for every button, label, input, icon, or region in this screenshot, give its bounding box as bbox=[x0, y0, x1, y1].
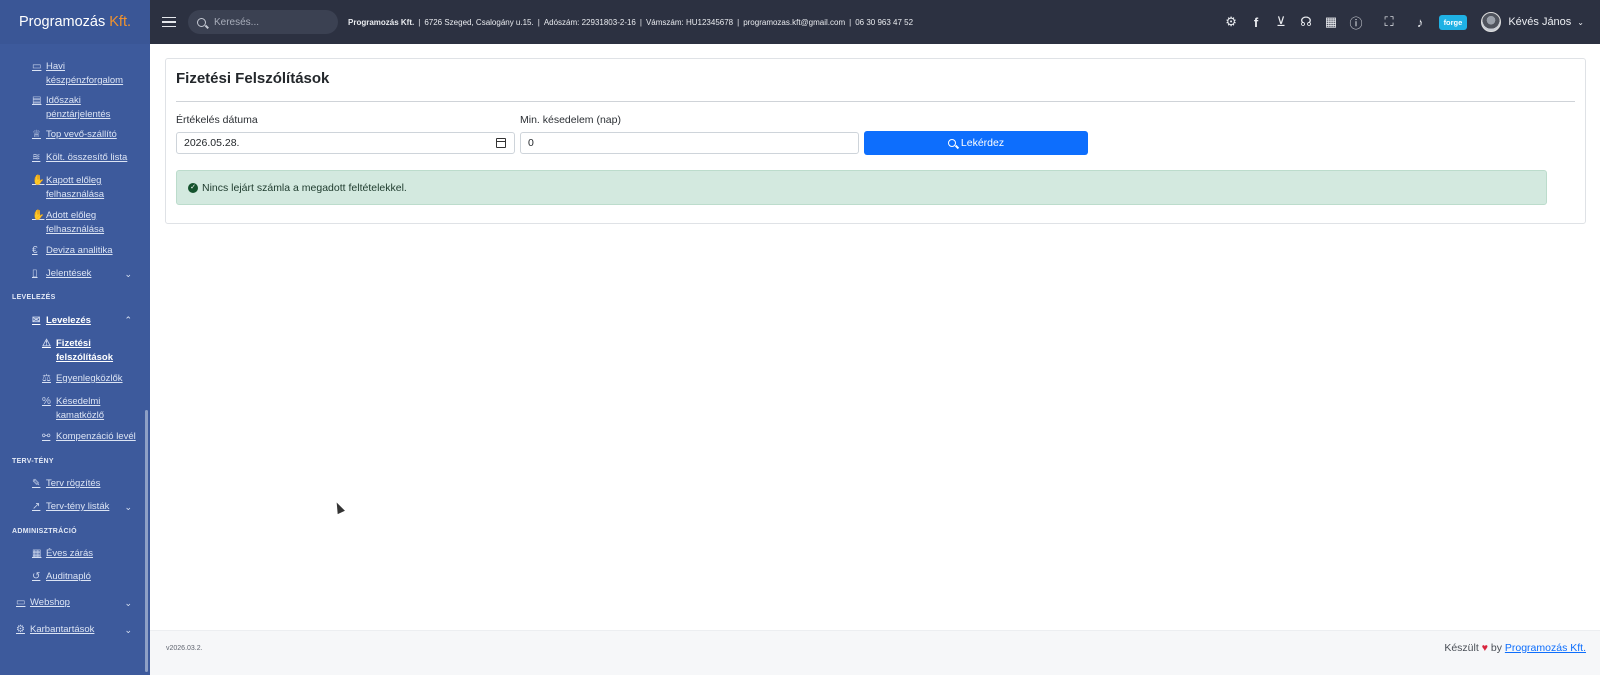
brand-logo[interactable]: Programozás Kft. bbox=[0, 0, 150, 44]
edit-icon: ✎ bbox=[32, 478, 41, 489]
forge-badge[interactable]: forge bbox=[1438, 14, 1468, 30]
sidebar-item-terv-teny-listak[interactable]: ↗ Terv-tény listák bbox=[32, 500, 109, 514]
sidebar-item-webshop[interactable]: ▭ Webshop bbox=[16, 596, 70, 610]
topbar: Programozás Kft.|6726 Szeged, Csalogány … bbox=[150, 0, 1600, 44]
sidebar-item-top-vevo-szallito[interactable]: ♕ Top vevő-szállító bbox=[32, 128, 117, 142]
company-link[interactable]: Programozás Kft. bbox=[1505, 642, 1586, 654]
sidebar-item-karbantartasok[interactable]: ⚙ Karbantartások bbox=[16, 623, 94, 637]
chevron-down-icon: ⌄ bbox=[124, 598, 132, 608]
avatar[interactable] bbox=[1481, 12, 1502, 32]
sidebar-item-kapott-eloleg[interactable]: ✋ Kapott előleg felhasználása bbox=[32, 174, 126, 202]
sidebar-item-auditnaplo[interactable]: ↺ Auditnapló bbox=[32, 570, 91, 584]
query-button[interactable]: Lekérdez bbox=[864, 131, 1088, 155]
delay-field[interactable]: 0 bbox=[520, 132, 859, 154]
handshake-icon: ⚯ bbox=[42, 431, 51, 442]
cash-icon: ▭ bbox=[32, 61, 42, 72]
document-icon: ▯ bbox=[32, 268, 38, 279]
help-icon[interactable]: ⓘ bbox=[1344, 13, 1369, 32]
hamburger-menu-icon[interactable] bbox=[162, 16, 176, 28]
divider bbox=[176, 101, 1575, 102]
delay-label: Min. késedelem (nap) bbox=[520, 114, 621, 126]
store-icon: ▭ bbox=[16, 597, 26, 608]
support-icon[interactable]: ☊ bbox=[1294, 14, 1319, 30]
sidebar-scrollbar[interactable] bbox=[145, 410, 148, 672]
chevron-down-icon: ⌄ bbox=[124, 625, 132, 635]
search-box[interactable] bbox=[188, 10, 338, 34]
section-adminisztracio: ADMINISZTRÁCIÓ bbox=[12, 528, 77, 535]
sidebar-menu: ▭ Havi készpénzforgalom ▤ Időszaki pénzt… bbox=[0, 44, 150, 675]
topbar-actions: ⚙ f ⊻ ☊ ▦ ⓘ ⛶ ♪ forge Kévés János ⌄ bbox=[1219, 0, 1600, 44]
sidebar: Programozás Kft. ▭ Havi készpénzforgalom… bbox=[0, 0, 150, 675]
cart-icon[interactable]: ⊻ bbox=[1269, 14, 1294, 30]
chart-line-icon: ↗ bbox=[32, 501, 41, 512]
gear-icon[interactable]: ⚙ bbox=[1219, 14, 1244, 30]
sidebar-item-fizetesi-felszolitasok[interactable]: ⚠ Fizetési felszólítások bbox=[42, 337, 118, 365]
sidebar-item-jelentesek[interactable]: ▯ Jelentések bbox=[32, 267, 91, 281]
warning-icon: ⚠ bbox=[42, 338, 51, 349]
percent-icon: % bbox=[42, 396, 51, 407]
sidebar-item-kolt-osszesito-lista[interactable]: ≋ Költ. összesítő lista bbox=[32, 151, 127, 165]
section-levelezes: LEVELEZÉS bbox=[12, 294, 56, 301]
hand-coin-icon: ✋ bbox=[32, 175, 45, 186]
sidebar-item-terv-rogzites[interactable]: ✎ Terv rögzítés bbox=[32, 477, 100, 491]
made-by: Készült ♥ by Programozás Kft. bbox=[1444, 642, 1586, 654]
gear-icon: ⚙ bbox=[16, 624, 25, 635]
page-title: Fizetési Felszólítások bbox=[176, 70, 330, 87]
sidebar-item-adott-eloleg[interactable]: ✋ Adott előleg felhasználása bbox=[32, 209, 118, 237]
mail-icon: ✉ bbox=[32, 315, 41, 326]
sidebar-item-kompenzacio-level[interactable]: ⚯ Kompenzáció levél bbox=[42, 430, 136, 444]
date-field[interactable]: 2026.05.28. bbox=[176, 132, 515, 154]
history-icon: ↺ bbox=[32, 571, 41, 582]
payment-reminders-card: Fizetési Felszólítások Értékelés dátuma … bbox=[165, 58, 1586, 224]
calendar-icon[interactable]: ▦ bbox=[1319, 14, 1344, 30]
date-label: Értékelés dátuma bbox=[176, 114, 258, 126]
chevron-up-icon: ⌃ bbox=[124, 315, 132, 325]
info-alert: ✓ Nincs lejárt számla a megadott feltéte… bbox=[176, 170, 1547, 205]
sidebar-item-havi-keszpenzforgalom[interactable]: ▭ Havi készpénzforgalom bbox=[32, 60, 124, 88]
search-icon bbox=[197, 17, 206, 27]
sidebar-item-egyenlegkozlok[interactable]: ⚖ Egyenlegközlők bbox=[42, 372, 123, 386]
calendar-icon[interactable] bbox=[496, 138, 506, 148]
calendar-check-icon: ▦ bbox=[32, 548, 42, 559]
layers-icon: ≋ bbox=[32, 152, 41, 163]
delay-value: 0 bbox=[528, 137, 534, 149]
version-text: v2026.03.2. bbox=[166, 645, 203, 652]
search-icon bbox=[947, 139, 956, 147]
register-icon: ▤ bbox=[32, 95, 42, 106]
sidebar-item-eves-zaras[interactable]: ▦ Éves zárás bbox=[32, 547, 93, 561]
chevron-down-icon: ⌄ bbox=[124, 502, 132, 512]
heart-icon: ♥ bbox=[1481, 642, 1488, 654]
search-input[interactable] bbox=[214, 16, 324, 28]
sidebar-item-idoszaki-penztarjelentes[interactable]: ▤ Időszaki pénztárjelentés bbox=[32, 94, 116, 122]
chevron-down-icon: ⌄ bbox=[124, 269, 132, 279]
hand-coin-icon: ✋ bbox=[32, 210, 45, 221]
sidebar-item-deviza-analitika[interactable]: € Deviza analitika bbox=[32, 244, 113, 258]
bell-icon[interactable]: ♪ bbox=[1408, 15, 1433, 30]
check-circle-icon: ✓ bbox=[188, 182, 198, 193]
euro-icon: € bbox=[32, 245, 38, 256]
footer: v2026.03.2. Készült ♥ by Programozás Kft… bbox=[150, 630, 1600, 675]
user-name[interactable]: Kévés János bbox=[1508, 16, 1571, 28]
facebook-icon[interactable]: f bbox=[1244, 15, 1269, 30]
main-content: Fizetési Felszólítások Értékelés dátuma … bbox=[150, 44, 1600, 630]
company-info: Programozás Kft. | 6726 Szeged, Csalogány … bbox=[348, 17, 914, 27]
chevron-down-icon[interactable]: ⌄ bbox=[1577, 18, 1584, 27]
sidebar-item-kesedelmi-kamatkozlo[interactable]: % Késedelmi kamatközlő bbox=[42, 395, 120, 423]
date-value: 2026.05.28. bbox=[184, 137, 240, 149]
section-terv-teny: TERV-TÉNY bbox=[12, 458, 54, 465]
sidebar-item-levelezes[interactable]: ✉ Levelezés bbox=[32, 314, 91, 328]
scale-icon: ⚖ bbox=[42, 373, 51, 384]
fullscreen-icon[interactable]: ⛶ bbox=[1377, 14, 1402, 30]
trophy-icon: ♕ bbox=[32, 129, 41, 140]
